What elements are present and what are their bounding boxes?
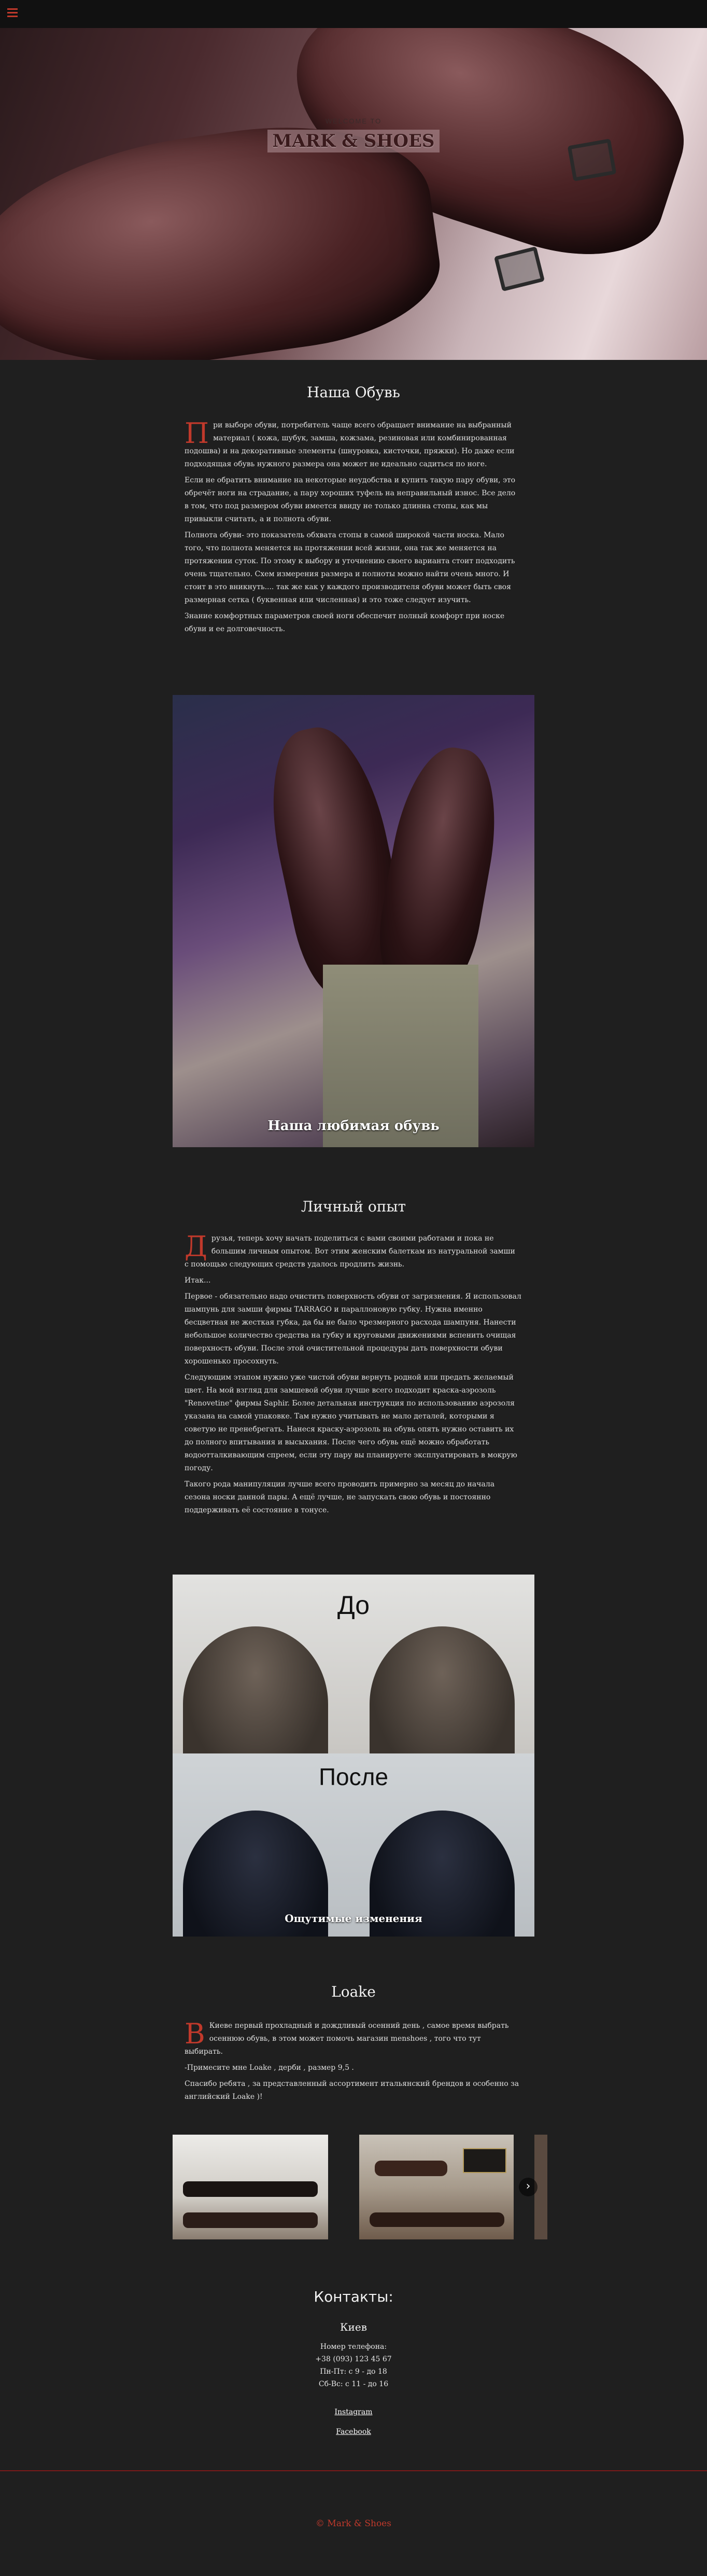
phone-label: Номер телефона: <box>320 2343 387 2351</box>
buckle-decoration <box>493 246 545 292</box>
footer-divider <box>0 2470 707 2471</box>
section-experience-text: Друзья, теперь хочу начать поделиться с … <box>185 1232 521 1520</box>
shoe-shelf-image <box>183 2181 318 2197</box>
paragraph: При выборе обуви, потребитель чаще всего… <box>185 419 521 471</box>
section-loake-text: В Киеве первый прохладный и дождливый ос… <box>185 2020 521 2107</box>
loake-box-image <box>463 2148 506 2173</box>
section-our-shoes-text: При выборе обуви, потребитель чаще всего… <box>185 419 521 639</box>
shoe-image <box>375 2161 447 2176</box>
contacts-title: Контакты: <box>314 2288 393 2305</box>
section-title-loake: Loake <box>331 1983 376 2000</box>
before-after-photo: До После Ощутимые изменения <box>173 1575 534 1937</box>
section-title-our-shoes: Наша Обувь <box>306 384 401 401</box>
photo-caption: Наша любимая обувь <box>267 1118 440 1134</box>
hamburger-icon[interactable] <box>7 8 18 18</box>
phone-number: +38 (093) 123 45 67 <box>315 2355 392 2363</box>
dropcap: В <box>185 2017 205 2050</box>
paragraph: Если не обратить внимание на некоторые н… <box>185 476 516 523</box>
hours-weekdays: Пн-Пт: с 9 - до 18 <box>320 2368 387 2376</box>
dropcap: П <box>185 417 209 450</box>
before-label: До <box>337 1591 370 1620</box>
paragraph: Спасибо ребята , за представленный ассор… <box>185 2080 519 2101</box>
hero-brand: MARK & SHOES <box>0 130 707 152</box>
paragraph: Знание комфортных параметров своей ноги … <box>185 612 505 633</box>
brand-name: MARK & SHOES <box>267 130 440 152</box>
after-image: После Ощутимые изменения <box>173 1753 534 1937</box>
top-bar <box>0 0 707 28</box>
photo-caption: Ощутимые изменения <box>285 1912 422 1925</box>
paragraph: Такого рода манипуляции лучше всего пров… <box>185 1480 495 1514</box>
favorite-shoes-photo: Наша любимая обувь <box>173 695 534 1147</box>
section-title-personal-experience: Личный опыт <box>301 1198 406 1215</box>
contacts-section: Контакты: Киев Номер телефона: +38 (093)… <box>0 2288 707 2438</box>
before-image: До <box>173 1575 534 1782</box>
shoe-image <box>370 740 510 997</box>
paragraph: Первое - обязательно надо очистить повер… <box>185 1292 521 1366</box>
carousel-slide[interactable] <box>173 2135 328 2239</box>
paragraph-text: ри выборе обуви, потребитель чаще всего … <box>185 421 515 468</box>
paragraph: Следующим этапом нужно уже чистой обуви … <box>185 1373 517 1472</box>
paragraph: Полнота обуви- это показатель обхвата ст… <box>185 531 515 604</box>
paragraph: -Примесите мне Loake , дерби , размер 9,… <box>185 2064 354 2072</box>
paragraph: Итак... <box>185 1276 211 1285</box>
arrow-right-icon[interactable]: › <box>519 2178 538 2196</box>
paragraph: В Киеве первый прохладный и дождливый ос… <box>185 2020 521 2058</box>
instagram-link[interactable]: Instagram <box>335 2408 373 2416</box>
footer-copyright: © Mark & Shoes <box>316 2518 391 2529</box>
contacts-city: Киев <box>340 2321 367 2333</box>
hero-welcome: WELCOME TO <box>325 117 382 125</box>
hero-banner: WELCOME TO MARK & SHOES <box>0 28 707 360</box>
shoe-shelf-image <box>183 2212 318 2228</box>
dropcap: Д <box>185 1230 207 1263</box>
paragraph-text: рузья, теперь хочу начать поделиться с в… <box>185 1234 515 1269</box>
facebook-link[interactable]: Facebook <box>336 2428 371 2436</box>
paragraph: Друзья, теперь хочу начать поделиться с … <box>185 1232 521 1271</box>
carousel-slide[interactable] <box>359 2135 514 2239</box>
hours-weekend: Сб-Вс: с 11 - до 16 <box>318 2380 389 2388</box>
paragraph-text: Киеве первый прохладный и дождливый осен… <box>185 2022 509 2056</box>
after-label: После <box>318 1763 389 1790</box>
shoe-image <box>370 2212 504 2227</box>
